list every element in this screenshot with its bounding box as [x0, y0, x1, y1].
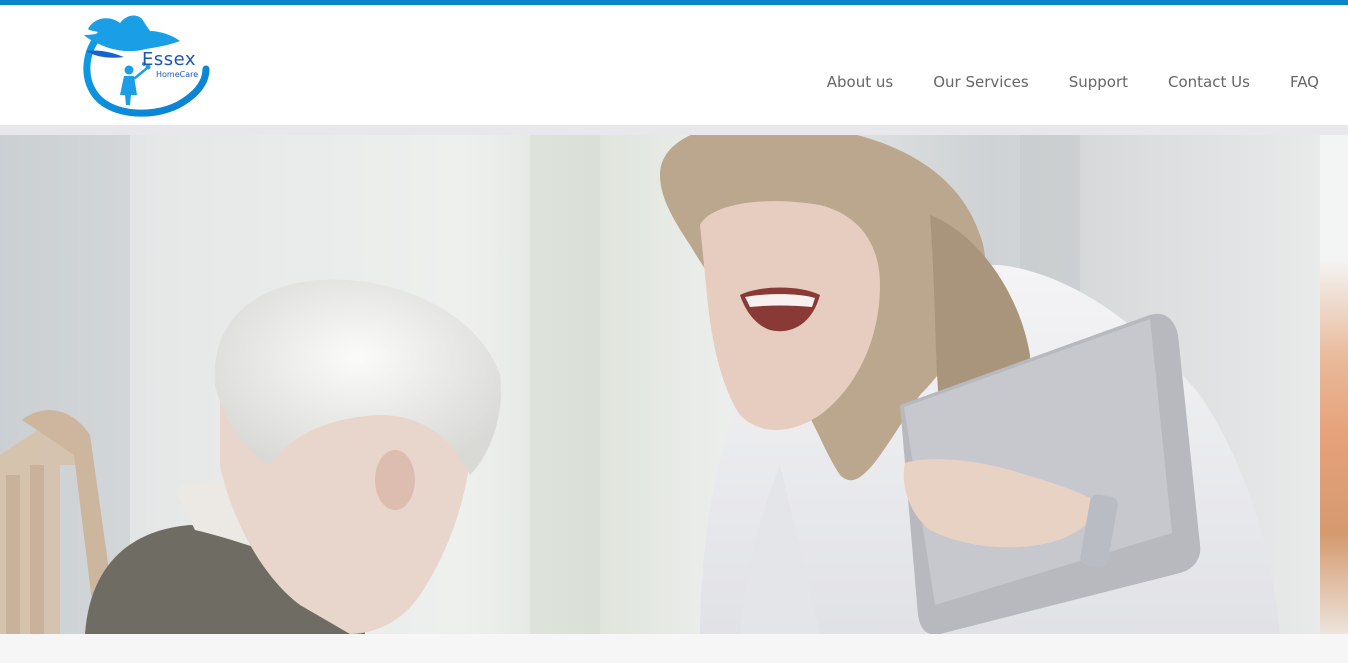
hero-image [0, 135, 1320, 634]
nav-support[interactable]: Support [1069, 72, 1128, 92]
nav-our-services[interactable]: Our Services [933, 72, 1029, 92]
site-logo[interactable]: Essex HomeCare [80, 13, 240, 119]
nav-about-us[interactable]: About us [827, 72, 893, 92]
nav-faq[interactable]: FAQ [1290, 72, 1319, 92]
hero-slider[interactable] [0, 135, 1320, 634]
nav-contact-us[interactable]: Contact Us [1168, 72, 1250, 92]
next-slide-peek[interactable] [1320, 135, 1348, 634]
main-navigation: About us Our Services Support Contact Us… [827, 72, 1319, 92]
logo-wordmark: Essex [142, 49, 197, 70]
header-divider [0, 125, 1348, 135]
logo-tagline: HomeCare [156, 70, 199, 79]
content-band [0, 634, 1348, 663]
site-header: Essex HomeCare About us Our Services Sup… [0, 5, 1348, 125]
